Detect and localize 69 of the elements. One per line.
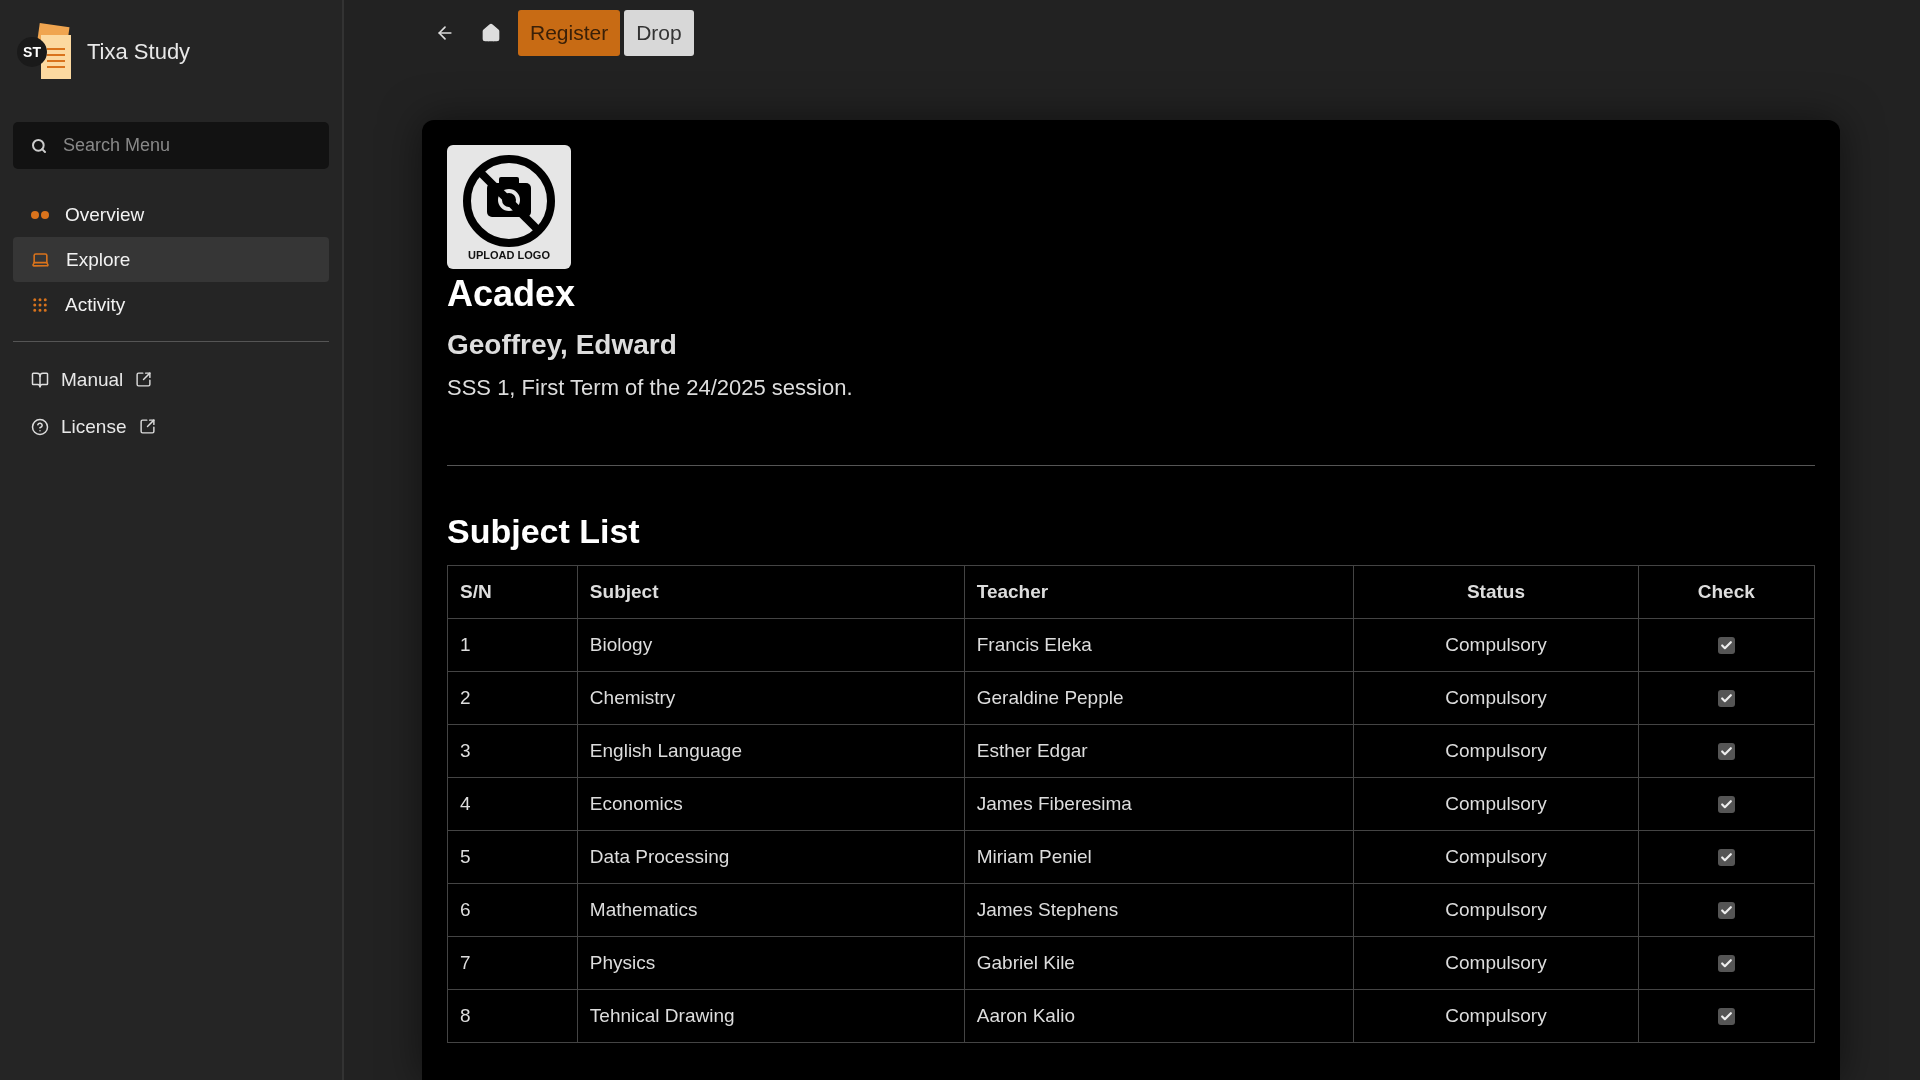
- table-cell: 4: [447, 777, 578, 831]
- laptop-icon: [31, 250, 50, 269]
- student-name: Geoffrey, Edward: [447, 329, 678, 361]
- column-header: Check: [1638, 565, 1815, 619]
- table-cell: Gabriel Kile: [964, 936, 1354, 990]
- table-cell: Tehnical Drawing: [577, 989, 965, 1043]
- checkbox[interactable]: [1717, 796, 1735, 814]
- table-cell: Compulsory: [1353, 671, 1639, 725]
- table-cell: Compulsory: [1353, 618, 1639, 672]
- checkbox[interactable]: [1717, 849, 1735, 867]
- menu-link[interactable]: License: [61, 415, 127, 438]
- table-cell: James Stephens: [964, 883, 1354, 937]
- table-cell: Compulsory: [1353, 936, 1639, 990]
- column-header: Status: [1353, 565, 1639, 619]
- checkbox[interactable]: [1717, 1008, 1735, 1026]
- table-cell: Compulsory: [1353, 989, 1639, 1043]
- table-cell: 8: [447, 989, 578, 1043]
- toolbar-button[interactable]: Register: [518, 10, 621, 56]
- table-cell: Francis Eleka: [964, 618, 1354, 672]
- app-name: Tixa Study: [87, 39, 191, 65]
- checkbox[interactable]: [1717, 637, 1735, 655]
- table-cell: English Language: [577, 724, 965, 778]
- column-header: Subject: [577, 565, 965, 619]
- table-cell: Geraldine Pepple: [964, 671, 1354, 725]
- table-cell: Economics: [577, 777, 965, 831]
- table-cell: Data Processing: [577, 830, 965, 884]
- table-cell: 6: [447, 883, 578, 937]
- grid-icon: [31, 295, 49, 314]
- checkbox[interactable]: [1717, 690, 1735, 708]
- table-cell: Compulsory: [1353, 724, 1639, 778]
- table-cell: Miriam Peniel: [964, 830, 1354, 884]
- session-text: SSS 1, First Term of the 24/2025 session.: [447, 375, 854, 401]
- dots-icon: [31, 210, 49, 219]
- checkbox[interactable]: [1717, 743, 1735, 761]
- search-field[interactable]: Search Menu: [13, 122, 329, 169]
- table-cell: Compulsory: [1353, 777, 1639, 831]
- table-cell: Physics: [577, 936, 965, 990]
- toolbar-button[interactable]: Drop: [624, 10, 694, 56]
- table-cell: 3: [447, 724, 578, 778]
- external-link-icon: [138, 418, 156, 435]
- school-name: Acadex: [447, 273, 577, 315]
- table-cell: Compulsory: [1353, 830, 1639, 884]
- menu-item[interactable]: Explore: [13, 237, 329, 282]
- table-cell: Aaron Kalio: [964, 989, 1354, 1043]
- table-cell: Esther Edgar: [964, 724, 1354, 778]
- logo-text: ST: [17, 37, 47, 67]
- book-icon: [31, 370, 49, 389]
- checkbox[interactable]: [1717, 955, 1735, 973]
- logo-caption: UPLOAD LOGO: [468, 249, 550, 261]
- menu-item[interactable]: Overview: [13, 192, 329, 237]
- table-cell: 1: [447, 618, 578, 672]
- menu-link[interactable]: Manual: [61, 368, 124, 391]
- table-cell: James Fiberesima: [964, 777, 1354, 831]
- table-cell: Chemistry: [577, 671, 965, 725]
- column-header: S/N: [447, 565, 578, 619]
- external-link-icon: [135, 371, 153, 388]
- table-cell: Biology: [577, 618, 965, 672]
- logo-placeholder[interactable]: UPLOAD LOGO: [447, 145, 571, 269]
- menu-item[interactable]: Activity: [13, 282, 329, 327]
- column-header: Teacher: [964, 565, 1354, 619]
- table-cell: 5: [447, 830, 578, 884]
- section-title: Subject List: [447, 512, 641, 551]
- table-cell: 2: [447, 671, 578, 725]
- checkbox[interactable]: [1717, 902, 1735, 920]
- table-cell: 7: [447, 936, 578, 990]
- home-icon: [481, 23, 501, 43]
- table-cell: Compulsory: [1353, 883, 1639, 937]
- help-icon: [31, 417, 49, 436]
- table-cell: Mathematics: [577, 883, 965, 937]
